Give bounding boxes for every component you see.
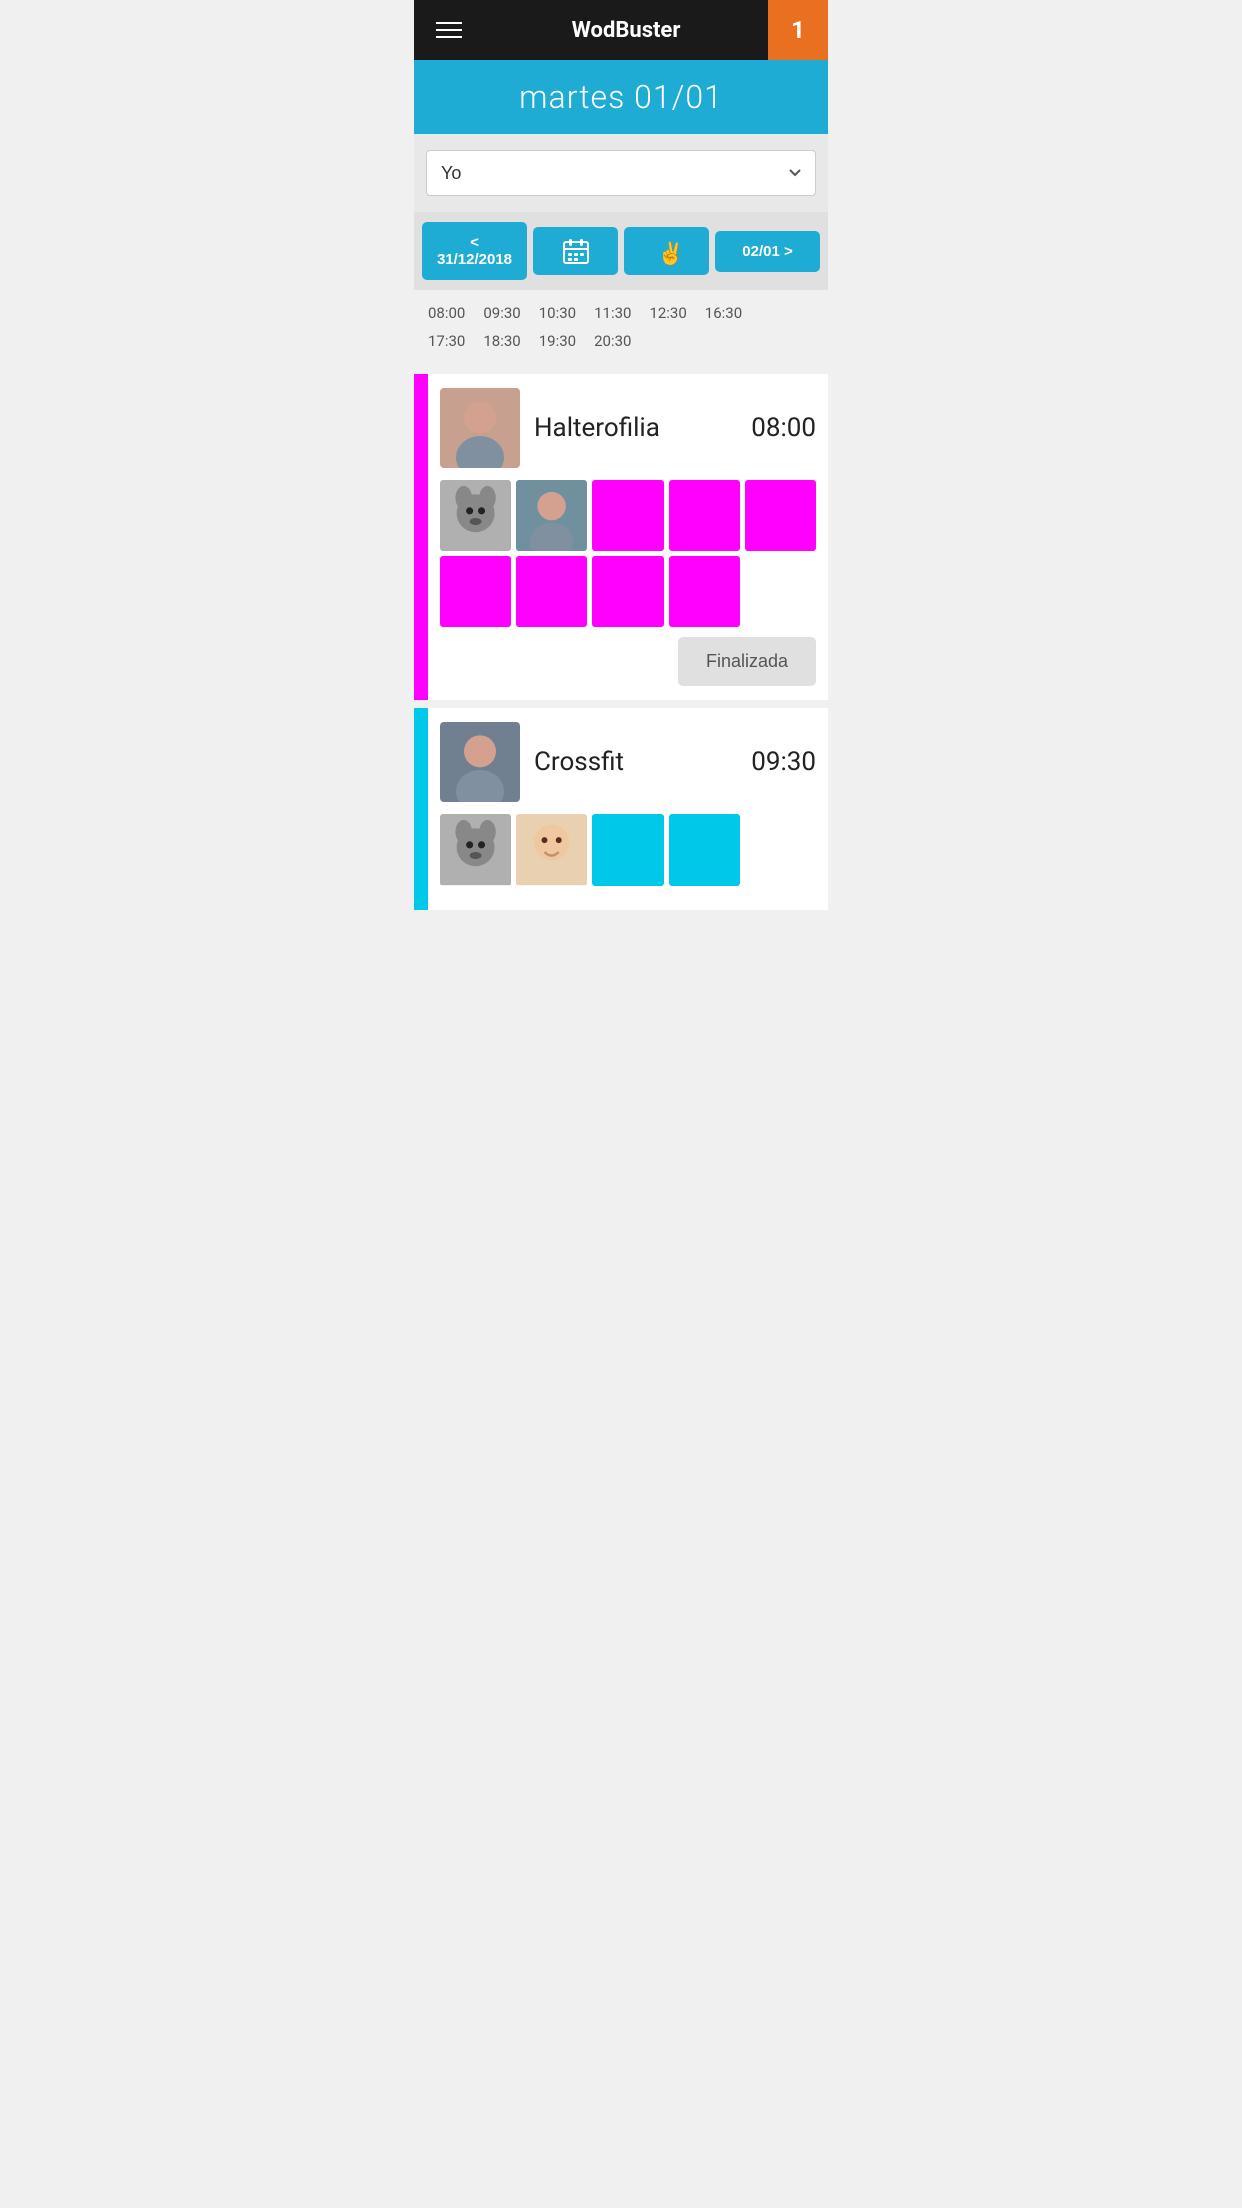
timeslot-item[interactable]: 10:30 [539,304,576,322]
timeslot-item[interactable]: 17:30 [428,332,465,350]
navigation-row: < 31/12/2018 ✌ 02/01 > [414,212,828,290]
app-header: WodBuster 1 [414,0,828,60]
avatar-cell [516,814,587,885]
timeslot-item[interactable]: 09:30 [483,304,520,322]
timeslot-item[interactable]: 20:30 [594,332,631,350]
avatar-cell [440,814,511,885]
avatar-cell [669,480,740,551]
timeslot-item[interactable]: 11:30 [594,304,631,322]
avatar-cell [592,480,663,551]
avatar-cell [592,814,663,885]
class-card-border [414,708,428,909]
avatar-cell [440,388,520,468]
current-date: martes 01/01 [424,78,818,116]
avatar-cell [440,480,511,551]
date-bar: martes 01/01 [414,60,828,134]
timeslot-item[interactable]: 16:30 [705,304,742,322]
avatar-cell [592,556,663,627]
user-dropdown[interactable]: Yo [426,150,816,196]
class-name: Halterofilia [534,413,660,443]
finalizada-button[interactable]: Finalizada [678,637,816,686]
avatar-cell [669,556,740,627]
notification-badge[interactable]: 1 [768,0,828,60]
menu-button[interactable] [414,0,484,60]
peace-button[interactable]: ✌ [624,227,709,275]
class-time: 08:00 [751,413,816,443]
avatar-cell [440,722,520,802]
class-card-halterofilia: Halterofilia 08:00 Finalizada [414,374,828,700]
app-title: WodBuster [484,18,768,43]
timeslot-item[interactable]: 18:30 [483,332,520,350]
peace-icon: ✌ [653,237,681,265]
timeslot-item[interactable]: 19:30 [539,332,576,350]
timeslots-container: 08:00 09:30 10:30 11:30 12:30 16:30 17:30 18:30… [414,290,828,366]
timeslots-list: 08:00 09:30 10:30 11:30 12:30 16:30 17:30 18:30… [428,304,814,356]
class-time: 09:30 [751,747,816,777]
svg-text:✌: ✌ [657,240,681,265]
avatar-grid [440,814,816,885]
avatar-grid [440,480,816,627]
class-name: Crossfit [534,747,624,777]
avatar-cell [745,480,816,551]
class-header: Halterofilia 08:00 [440,388,816,468]
class-card-crossfit: Crossfit 09:30 [414,708,828,909]
next-date-button[interactable]: 02/01 > [715,231,820,272]
avatar-cell [516,556,587,627]
timeslot-item[interactable]: 12:30 [649,304,686,322]
prev-date-button[interactable]: < 31/12/2018 [422,222,527,280]
hamburger-icon [436,22,462,38]
avatar-cell [516,480,587,551]
user-dropdown-container: Yo [414,134,828,212]
classes-container: Halterofilia 08:00 Finalizada Crossfit 09:… [414,374,828,930]
class-header: Crossfit 09:30 [440,722,816,802]
class-card-border [414,374,428,700]
avatar-cell [669,814,740,885]
avatar-cell [440,556,511,627]
calendar-button[interactable] [533,227,618,275]
calendar-icon [562,237,590,265]
class-footer: Finalizada [440,637,816,686]
timeslot-item[interactable]: 08:00 [428,304,465,322]
